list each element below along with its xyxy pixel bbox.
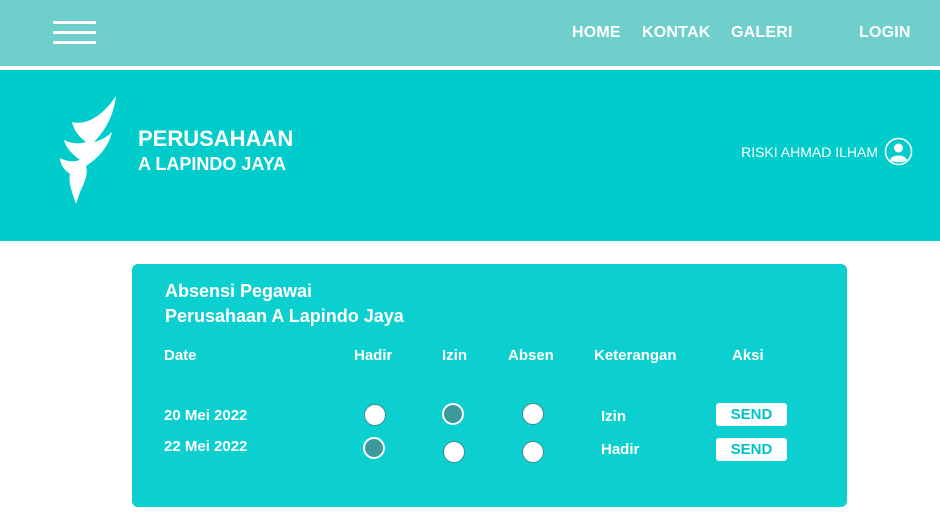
company-name-line2: A LAPINDO JAYA bbox=[138, 154, 287, 174]
company-name-line1: PERUSAHAAN bbox=[138, 126, 294, 151]
radio-hadir[interactable] bbox=[363, 437, 385, 459]
column-header-izin: Izin bbox=[442, 347, 467, 364]
row-keterangan: Hadir bbox=[601, 441, 640, 458]
nav-galeri-link[interactable]: GALERI bbox=[731, 24, 793, 42]
send-button[interactable]: SEND bbox=[716, 438, 787, 461]
user-avatar-icon[interactable] bbox=[884, 137, 913, 166]
login-link[interactable]: LOGIN bbox=[859, 24, 911, 42]
column-header-absen: Absen bbox=[508, 347, 554, 364]
card-title: Absensi Pegawai bbox=[165, 281, 313, 301]
row-date: 20 Mei 2022 bbox=[164, 407, 248, 424]
company-header: PERUSAHAAN A LAPINDO JAYA RISKI AHMAD IL… bbox=[0, 70, 940, 241]
attendance-card: Absensi Pegawai Perusahaan A Lapindo Jay… bbox=[132, 264, 847, 507]
nav-home-link[interactable]: HOME bbox=[572, 24, 621, 42]
column-header-date: Date bbox=[164, 347, 197, 364]
wing-logo-icon bbox=[60, 96, 116, 204]
user-name[interactable]: RISKI AHMAD ILHAM bbox=[741, 144, 878, 160]
radio-izin[interactable] bbox=[443, 441, 465, 463]
send-button[interactable]: SEND bbox=[716, 403, 787, 426]
column-header-hadir: Hadir bbox=[354, 347, 393, 364]
row-date: 22 Mei 2022 bbox=[164, 438, 248, 455]
radio-absen[interactable] bbox=[522, 441, 544, 463]
nav-kontak-link[interactable]: KONTAK bbox=[642, 24, 710, 42]
hamburger-icon[interactable] bbox=[53, 21, 96, 45]
radio-absen[interactable] bbox=[522, 403, 544, 425]
row-keterangan: Izin bbox=[601, 408, 626, 425]
column-header-keterangan: Keterangan bbox=[594, 347, 677, 364]
radio-hadir[interactable] bbox=[364, 404, 386, 426]
column-header-aksi: Aksi bbox=[732, 347, 764, 364]
card-subtitle: Perusahaan A Lapindo Jaya bbox=[165, 306, 404, 326]
radio-izin[interactable] bbox=[442, 403, 464, 425]
top-navbar: HOME KONTAK GALERI LOGIN bbox=[0, 0, 940, 66]
